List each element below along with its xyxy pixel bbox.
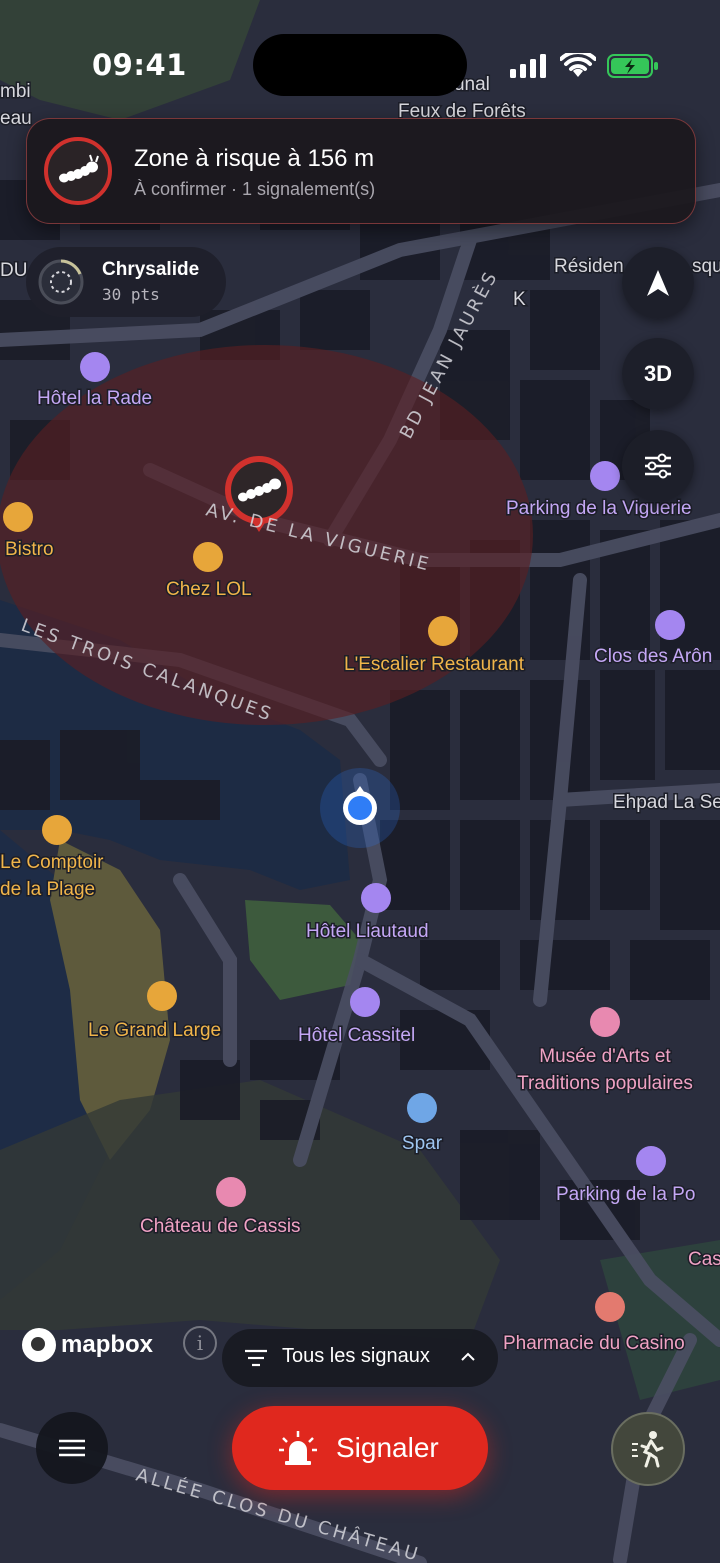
poi-label-restaurant[interactable]: L'Escalier Restaurant <box>343 653 527 677</box>
caterpillar-icon <box>44 137 112 205</box>
alert-subtitle: À confirmer · 1 signalement(s) <box>134 179 376 199</box>
poi-label-restaurant[interactable]: Bistro <box>4 538 56 562</box>
filter-label: Tous les signaux <box>282 1345 430 1367</box>
poi-label-other[interactable]: squ <box>691 255 720 279</box>
menu-button[interactable] <box>36 1412 108 1484</box>
poi-label-restaurant[interactable]: Le Grand Large <box>87 1019 223 1043</box>
view-3d-button[interactable]: 3D <box>622 338 694 410</box>
signal-icon <box>510 54 546 78</box>
mapbox-mark-icon <box>22 1328 56 1362</box>
battery-charging-icon <box>607 54 658 78</box>
poi-label-hotel[interactable]: Hôtel Cassitel <box>297 1024 417 1048</box>
mapbox-wordmark: mapbox <box>61 1331 154 1358</box>
signal-filter-dropdown[interactable]: Tous les signaux <box>222 1329 498 1387</box>
user-level-pill[interactable]: Chrysalide 30 pts <box>26 247 226 317</box>
walking-person-icon <box>632 1431 664 1468</box>
progress-ring-icon <box>38 259 84 305</box>
report-label: Signaler <box>336 1432 439 1463</box>
poi-label-landmark[interactable]: Château de Cassis <box>139 1215 303 1239</box>
poi-label-parking[interactable]: Parking de la Po <box>555 1183 697 1207</box>
poi-label-other[interactable]: Résiden <box>553 255 626 279</box>
wifi-icon <box>560 53 596 77</box>
poi-label-grocery[interactable]: Spar <box>400 1132 444 1156</box>
poi-label-pharmacy[interactable]: Pharmacie du Casino <box>502 1332 687 1356</box>
poi-label-hotel[interactable]: Clos des Arôn <box>593 645 714 669</box>
poi-label-hotel[interactable]: Hôtel Liautaud <box>305 920 431 944</box>
alert-title: Zone à risque à 156 m <box>134 145 375 172</box>
walking-mode-button[interactable] <box>611 1412 685 1486</box>
poi-label-other[interactable]: Ehpad La Se <box>612 791 720 815</box>
siren-icon <box>279 1431 317 1465</box>
poi-label-other[interactable]: K <box>512 288 528 312</box>
compass-button[interactable] <box>622 247 694 319</box>
status-time: 09:41 <box>92 48 187 82</box>
chevron-up-icon <box>461 1352 475 1361</box>
status-bar: 09:41 <box>0 0 720 120</box>
filter-lines-icon <box>245 1349 267 1367</box>
attribution-info-icon[interactable]: i <box>183 1326 217 1360</box>
sliders-icon <box>645 453 671 479</box>
poi-label-other[interactable]: Cas <box>687 1248 720 1272</box>
report-button[interactable]: Signaler <box>232 1406 488 1490</box>
poi-label-hotel[interactable]: Hôtel la Rade <box>36 387 154 411</box>
view-3d-label: 3D <box>643 361 673 386</box>
risk-alert-card[interactable]: Zone à risque à 156 m À confirmer · 1 si… <box>26 118 696 224</box>
poi-label-restaurant[interactable]: Chez LOL <box>165 578 254 602</box>
level-name: Chrysalide <box>102 259 200 280</box>
map-settings-button[interactable] <box>622 430 694 502</box>
navigation-arrow-icon <box>647 270 669 296</box>
poi-label-other[interactable]: DU <box>0 259 29 283</box>
level-points: 30 pts <box>102 285 160 304</box>
dynamic-island <box>253 34 467 96</box>
mapbox-logo[interactable]: mapbox <box>22 1326 153 1364</box>
hamburger-icon <box>59 1439 85 1457</box>
